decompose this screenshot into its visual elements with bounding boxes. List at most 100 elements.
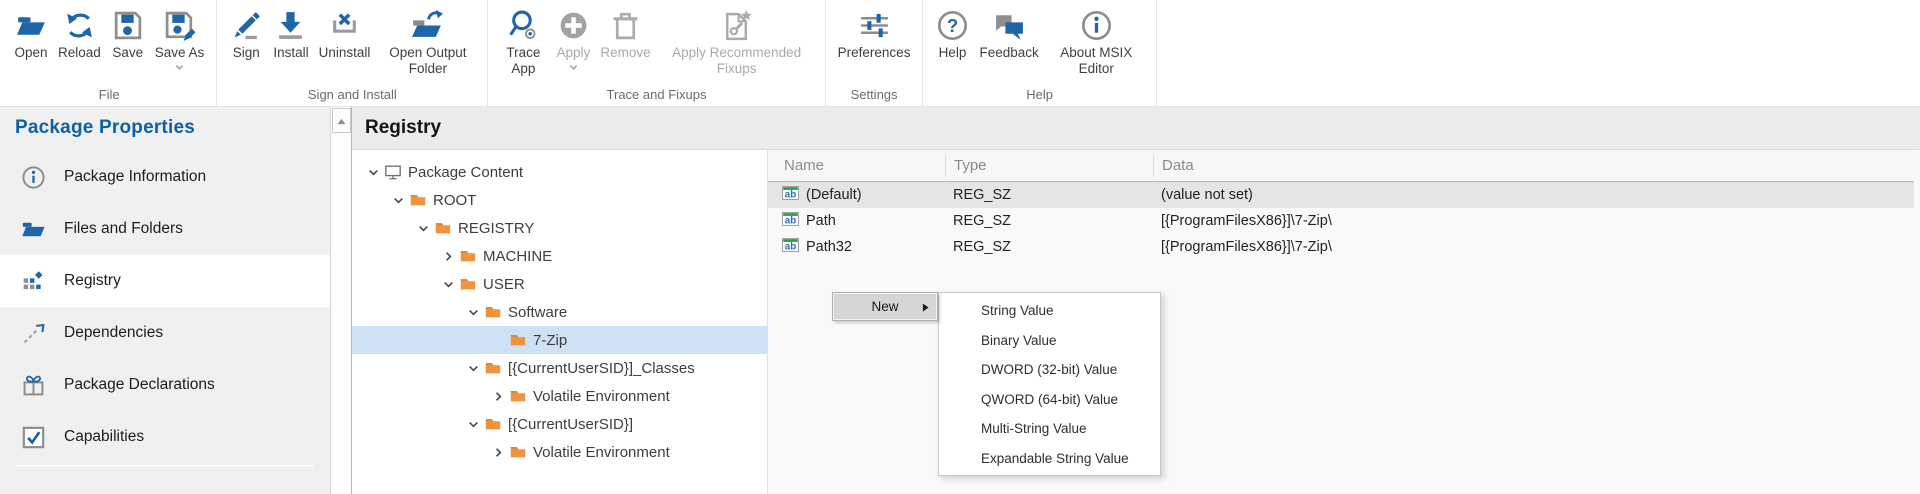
open-output-folder-button[interactable]: Open Output Folder [375, 5, 480, 79]
sidebar-item-package-declarations[interactable]: Package Declarations [0, 359, 330, 411]
value-data: (value not set) [1153, 187, 1914, 203]
expand-right-icon[interactable] [490, 444, 506, 460]
expand-right-icon[interactable] [440, 248, 456, 264]
column-header-data[interactable]: Data [1153, 155, 1914, 177]
value-data: [{ProgramFilesX86}]\7-Zip\ [1153, 213, 1914, 229]
svg-text:ab: ab [785, 190, 796, 200]
feedback-button[interactable]: Feedback [974, 5, 1043, 63]
column-header-type[interactable]: Type [945, 155, 1153, 177]
expand-right-icon[interactable] [490, 388, 506, 404]
ribbon-group-buttons: Trace AppApplyRemoveApply Recommended Fi… [495, 5, 817, 79]
submenu-item-qword-64-bit-value[interactable]: QWORD (64-bit) Value [939, 385, 1160, 415]
help-button[interactable]: ?Help [930, 5, 974, 63]
dropdown-chevron-icon [568, 62, 579, 73]
folder-icon [484, 359, 502, 377]
ribbon-button-label: Save [112, 45, 143, 61]
folder-icon [509, 443, 527, 461]
submenu-item-binary-value[interactable]: Binary Value [939, 326, 1160, 356]
about-msix-editor-button[interactable]: About MSIX Editor [1044, 5, 1149, 79]
feedback-icon [993, 7, 1026, 43]
expand-down-icon[interactable] [365, 164, 381, 180]
apply-icon [557, 7, 590, 43]
sign-button[interactable]: Sign [224, 5, 268, 63]
preferences-icon [858, 7, 891, 43]
submenu-item-multi-string-value[interactable]: Multi-String Value [939, 414, 1160, 444]
tree-item-currentusersid-classes[interactable]: [{CurrentUserSID}]_Classes [352, 354, 767, 382]
registry-icon [20, 268, 46, 294]
tree-item-volatile-environment[interactable]: Volatile Environment [352, 382, 767, 410]
submenu-item-dword-32-bit-value[interactable]: DWORD (32-bit) Value [939, 355, 1160, 385]
expand-down-icon[interactable] [465, 360, 481, 376]
value-type: REG_SZ [945, 187, 1153, 203]
table-row-path32[interactable]: abPath32REG_SZ[{ProgramFilesX86}]\7-Zip\ [768, 234, 1914, 260]
sidebar: Package Properties Package InformationFi… [0, 107, 330, 494]
tree-item-volatile-environment[interactable]: Volatile Environment [352, 438, 767, 466]
column-header-name[interactable]: Name [768, 155, 945, 177]
sidebar-item-label: Capabilities [64, 428, 144, 446]
trace-app-button[interactable]: Trace App [495, 5, 551, 79]
tree-item-machine[interactable]: MACHINE [352, 242, 767, 270]
tree-item-label: Volatile Environment [533, 388, 670, 405]
dropdown-chevron-icon [174, 62, 185, 73]
ribbon-button-label: Reload [58, 45, 101, 61]
save-as-button[interactable]: Save As [150, 5, 210, 75]
submenu-item-expandable-string-value[interactable]: Expandable String Value [939, 444, 1160, 474]
preferences-button[interactable]: Preferences [833, 5, 916, 63]
tree-item-label: REGISTRY [458, 220, 534, 237]
expand-down-icon[interactable] [415, 220, 431, 236]
table-row-path[interactable]: abPathREG_SZ[{ProgramFilesX86}]\7-Zip\ [768, 208, 1914, 234]
table-row-default[interactable]: ab(Default)REG_SZ(value not set) [768, 182, 1914, 208]
tree-item-registry[interactable]: REGISTRY [352, 214, 767, 242]
install-button[interactable]: Install [268, 5, 313, 63]
expand-down-icon[interactable] [465, 304, 481, 320]
ribbon-button-label: Open Output Folder [380, 45, 475, 77]
tree-item-7-zip[interactable]: 7-Zip [352, 326, 767, 354]
value-type: REG_SZ [945, 213, 1153, 229]
tree-item-user[interactable]: USER [352, 270, 767, 298]
sidebar-item-label: Package Information [64, 168, 206, 186]
tree-item-currentusersid[interactable]: [{CurrentUserSID}] [352, 410, 767, 438]
ribbon-group-label: Settings [826, 87, 923, 102]
tree-item-label: [{CurrentUserSID}]_Classes [508, 360, 695, 377]
open-output-folder-icon [411, 7, 444, 43]
sidebar-item-label: Files and Folders [64, 220, 183, 238]
reload-button[interactable]: Reload [53, 5, 106, 63]
sidebar-item-package-information[interactable]: Package Information [0, 151, 330, 203]
sidebar-item-registry[interactable]: Registry [0, 255, 330, 307]
sidebar-item-files-and-folders[interactable]: Files and Folders [0, 203, 330, 255]
uninstall-icon [328, 7, 361, 43]
expand-down-icon[interactable] [440, 276, 456, 292]
folder-icon [484, 303, 502, 321]
submenu-item-string-value[interactable]: String Value [939, 296, 1160, 326]
tree-item-root[interactable]: ROOT [352, 186, 767, 214]
sidebar-item-dependencies[interactable]: Dependencies [0, 307, 330, 359]
page-header: Registry [352, 107, 1920, 150]
expand-down-icon[interactable] [390, 192, 406, 208]
expand-down-icon[interactable] [465, 416, 481, 432]
ribbon-button-label: Apply Recommended Fixups [661, 45, 813, 77]
capabilities-icon [20, 424, 46, 450]
save-button[interactable]: Save [106, 5, 150, 63]
ribbon-group-buttons: Open Reload Save Save As [9, 5, 209, 75]
scroll-up-button[interactable] [332, 108, 351, 133]
ribbon-group-settings: Preferences Settings [826, 0, 924, 106]
info-icon [20, 164, 46, 190]
sidebar-item-label: Registry [64, 272, 121, 290]
triangle-up-icon [337, 112, 346, 130]
tree-item-software[interactable]: Software [352, 298, 767, 326]
sidebar-scrollbar[interactable] [330, 107, 352, 494]
dependencies-icon [20, 320, 46, 346]
folder-icon [409, 191, 427, 209]
ribbon-group-file: OpenReloadSaveSave AsFile [2, 0, 217, 106]
tree-item-label: Volatile Environment [533, 444, 670, 461]
sidebar-item-label: Dependencies [64, 324, 163, 342]
uninstall-button[interactable]: Uninstall [314, 5, 376, 63]
tree-item-package-content[interactable]: Package Content [352, 158, 767, 186]
ribbon-group-buttons: ?HelpFeedbackAbout MSIX Editor [930, 5, 1148, 79]
svg-text:?: ? [947, 15, 958, 36]
ribbon-group-label: Sign and Install [217, 87, 487, 102]
apply-button: Apply [551, 5, 595, 75]
context-menu-item-new[interactable]: New [832, 292, 938, 321]
sidebar-item-capabilities[interactable]: Capabilities [0, 411, 330, 463]
open-button[interactable]: Open [9, 5, 53, 63]
